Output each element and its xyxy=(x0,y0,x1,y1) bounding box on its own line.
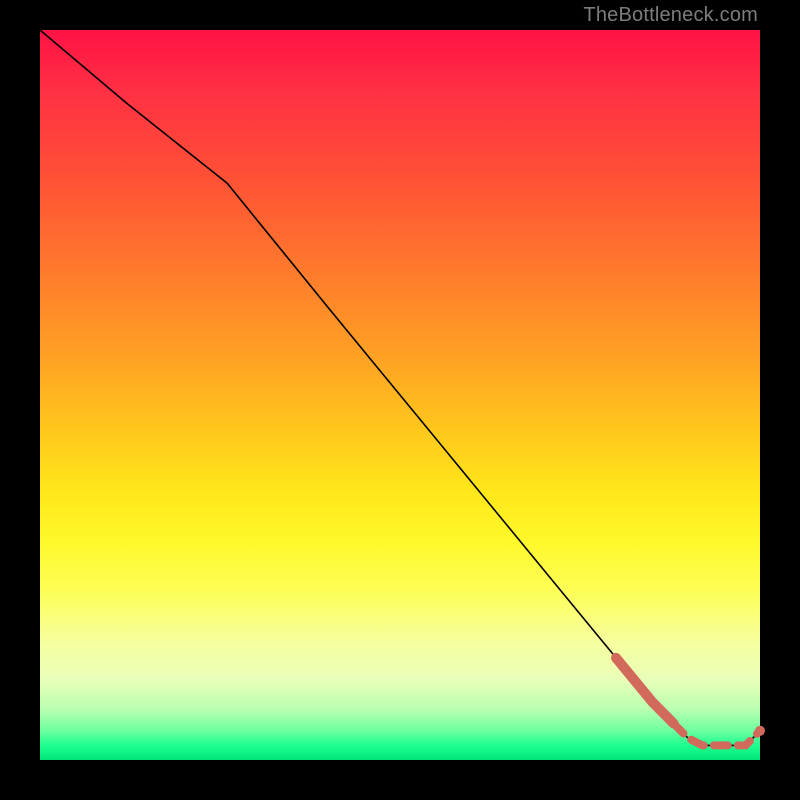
frame-right xyxy=(760,0,800,800)
optimal-range-dashed xyxy=(674,724,760,746)
frame-bottom xyxy=(0,760,800,800)
bottleneck-curve xyxy=(40,30,760,745)
attribution-text: TheBottleneck.com xyxy=(583,4,758,27)
curve-overlay xyxy=(40,30,760,760)
plot-area xyxy=(40,30,760,760)
endpoint-dot xyxy=(755,726,765,736)
frame-left xyxy=(0,0,40,800)
chart-stage: TheBottleneck.com xyxy=(0,0,800,800)
optimal-range-solid xyxy=(616,658,674,724)
